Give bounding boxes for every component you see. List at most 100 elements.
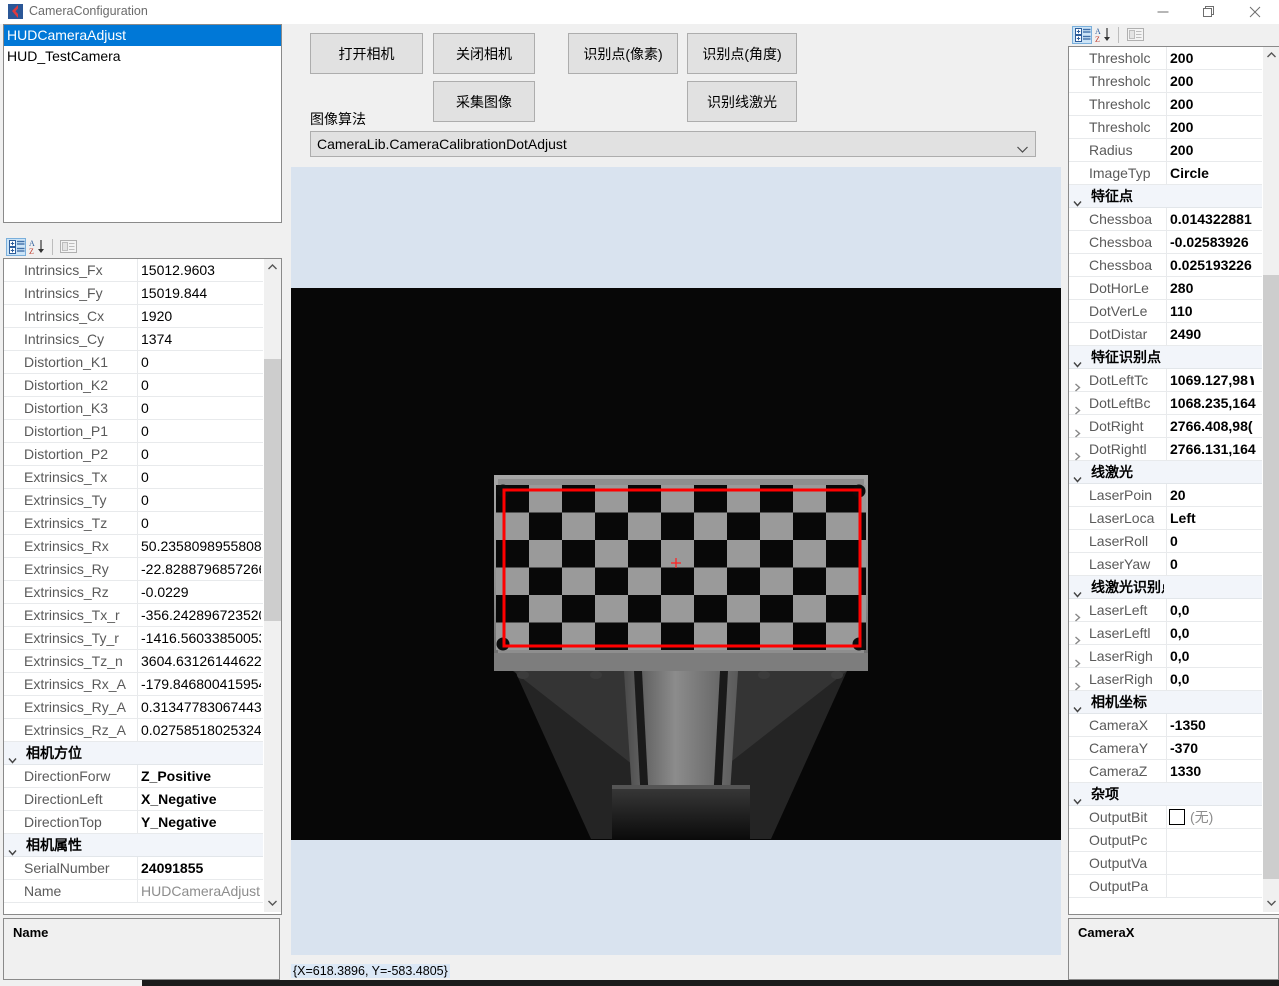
property-category-row[interactable]: 杂项	[1069, 783, 1262, 806]
property-value[interactable]: Y_Negative	[141, 811, 261, 834]
right-grid-scrollbar[interactable]	[1263, 47, 1279, 912]
property-row[interactable]: Distortion_K3 0	[4, 397, 263, 420]
column-splitter[interactable]	[1166, 139, 1167, 161]
column-splitter[interactable]	[137, 374, 138, 396]
open-camera-button[interactable]: 打开相机	[310, 33, 423, 74]
property-row[interactable]: ImageTyp Circle	[1069, 162, 1262, 185]
property-value[interactable]: 0	[141, 443, 261, 466]
property-value[interactable]: HUDCameraAdjust	[141, 880, 261, 903]
property-value[interactable]: 0	[141, 489, 261, 512]
property-value[interactable]: 1068.235,164	[1170, 392, 1260, 415]
property-value[interactable]: 0	[141, 466, 261, 489]
column-splitter[interactable]	[1166, 760, 1167, 782]
column-splitter[interactable]	[1166, 277, 1167, 299]
property-row[interactable]: OutputBit (无)	[1069, 806, 1262, 829]
property-row[interactable]: Extrinsics_Rx_A -179.846800415954	[4, 673, 263, 696]
chevron-down-icon[interactable]	[8, 749, 17, 764]
column-splitter[interactable]	[1166, 622, 1167, 644]
column-splitter[interactable]	[1166, 507, 1167, 529]
property-row[interactable]: LaserLeft 0,0	[1069, 599, 1262, 622]
column-splitter[interactable]	[137, 811, 138, 833]
column-splitter[interactable]	[137, 788, 138, 810]
property-value[interactable]: (无)	[1190, 806, 1260, 829]
property-row[interactable]: LaserYaw 0	[1069, 553, 1262, 576]
minimize-button[interactable]	[1140, 0, 1186, 24]
column-splitter[interactable]	[137, 512, 138, 534]
property-value[interactable]: 200	[1170, 47, 1260, 70]
chevron-right-icon[interactable]	[1073, 422, 1082, 438]
property-row[interactable]: Thresholc 200	[1069, 93, 1262, 116]
column-splitter[interactable]	[1166, 668, 1167, 690]
property-category-row[interactable]: 特征点	[1069, 185, 1262, 208]
property-row[interactable]: Distortion_K2 0	[4, 374, 263, 397]
left-grid-scrollbar[interactable]	[264, 259, 281, 912]
property-value[interactable]: 1330	[1170, 760, 1260, 783]
property-row[interactable]: DotHorLe 280	[1069, 277, 1262, 300]
property-value[interactable]: 50.23580989558088	[141, 535, 261, 558]
property-row[interactable]: LaserRigh 0,0	[1069, 645, 1262, 668]
column-splitter[interactable]	[1166, 93, 1167, 115]
property-row[interactable]: Extrinsics_Ty_r -1416.56033850053	[4, 627, 263, 650]
property-value[interactable]: 200	[1170, 139, 1260, 162]
column-splitter[interactable]	[137, 397, 138, 419]
restore-button[interactable]	[1186, 0, 1232, 24]
column-splitter[interactable]	[1166, 714, 1167, 736]
property-row[interactable]: Chessboa 0.014322881	[1069, 208, 1262, 231]
column-splitter[interactable]	[1166, 208, 1167, 230]
property-row[interactable]: Extrinsics_Rz_A 0.027585180253249	[4, 719, 263, 742]
property-row[interactable]: LaserLeftl 0,0	[1069, 622, 1262, 645]
column-splitter[interactable]	[137, 305, 138, 327]
property-row[interactable]: Intrinsics_Cx 1920	[4, 305, 263, 328]
property-row[interactable]: OutputVa	[1069, 852, 1262, 875]
scroll-down-arrow[interactable]	[1263, 895, 1279, 912]
property-row[interactable]: Extrinsics_Rz -0.0229	[4, 581, 263, 604]
column-splitter[interactable]	[137, 282, 138, 304]
column-splitter[interactable]	[1166, 645, 1167, 667]
list-item-hud-testcamera[interactable]: HUD_TestCamera	[4, 46, 281, 67]
column-splitter[interactable]	[137, 351, 138, 373]
property-category-row[interactable]: 相机方位	[4, 742, 263, 765]
column-splitter[interactable]	[137, 558, 138, 580]
property-pages-icon[interactable]	[58, 238, 78, 256]
column-splitter[interactable]	[1166, 162, 1167, 184]
left-property-grid[interactable]: Intrinsics_Fx 15012.9603 Intrinsics_Fy 1501…	[3, 258, 282, 915]
chevron-down-icon[interactable]	[1073, 790, 1082, 805]
categorized-view-icon[interactable]	[6, 238, 26, 256]
property-value[interactable]: 0,0	[1170, 645, 1260, 668]
close-button[interactable]	[1232, 0, 1278, 24]
property-value[interactable]: Left	[1170, 507, 1260, 530]
scroll-up-arrow[interactable]	[1263, 47, 1279, 64]
property-value[interactable]: 0	[141, 351, 261, 374]
right-property-grid[interactable]: Thresholc 200 Thresholc 200 Thresholc 200 Thre…	[1068, 46, 1279, 915]
property-row[interactable]: Radius 200	[1069, 139, 1262, 162]
property-category-row[interactable]: 相机属性	[4, 834, 263, 857]
property-row[interactable]: Intrinsics_Fx 15012.9603	[4, 259, 263, 282]
property-value[interactable]: 200	[1170, 116, 1260, 139]
column-splitter[interactable]	[137, 719, 138, 741]
property-row[interactable]: CameraX -1350	[1069, 714, 1262, 737]
property-category-row[interactable]: 线激光	[1069, 461, 1262, 484]
property-value[interactable]: 0,0	[1170, 599, 1260, 622]
property-value[interactable]: 0,0	[1170, 668, 1260, 691]
property-row[interactable]: Extrinsics_Ry_A 0.313477830674432	[4, 696, 263, 719]
property-value[interactable]: 1374	[141, 328, 261, 351]
property-row[interactable]: LaserRoll 0	[1069, 530, 1262, 553]
property-value[interactable]: -370	[1170, 737, 1260, 760]
property-value[interactable]: 0	[141, 512, 261, 535]
property-checkbox[interactable]	[1169, 809, 1185, 825]
column-splitter[interactable]	[137, 259, 138, 281]
property-row[interactable]: DotVerLe 110	[1069, 300, 1262, 323]
column-splitter[interactable]	[137, 443, 138, 465]
property-value[interactable]: 0	[1170, 530, 1260, 553]
property-row[interactable]: Extrinsics_Ty 0	[4, 489, 263, 512]
algorithm-combobox[interactable]: CameraLib.CameraCalibrationDotAdjust	[310, 131, 1036, 157]
property-row[interactable]: Intrinsics_Fy 15019.844	[4, 282, 263, 305]
camera-list[interactable]: HUDCameraAdjust HUD_TestCamera	[3, 24, 282, 223]
property-value[interactable]: -0.0229	[141, 581, 261, 604]
chevron-right-icon[interactable]	[1073, 399, 1082, 415]
chevron-right-icon[interactable]	[1073, 652, 1082, 668]
property-value[interactable]: Circle	[1170, 162, 1260, 185]
column-splitter[interactable]	[137, 489, 138, 511]
property-value[interactable]: X_Negative	[141, 788, 261, 811]
column-splitter[interactable]	[1166, 806, 1167, 828]
